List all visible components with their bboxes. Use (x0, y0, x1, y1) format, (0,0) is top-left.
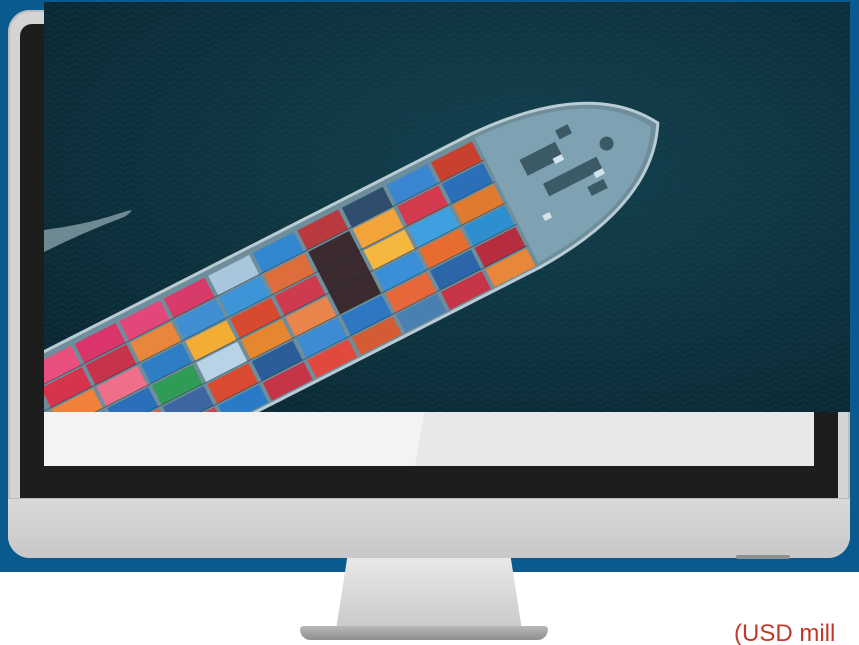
unit-label: (USD mill (734, 620, 836, 645)
monitor-stand-neck (336, 558, 522, 630)
container-ship-photo (44, 2, 850, 412)
ship-illustration (44, 2, 850, 412)
stage: (USD mill (0, 0, 859, 645)
monitor-stand-base (300, 626, 548, 640)
monitor-slot (736, 555, 790, 559)
screen-glare (380, 412, 814, 466)
monitor-chin (8, 498, 850, 558)
